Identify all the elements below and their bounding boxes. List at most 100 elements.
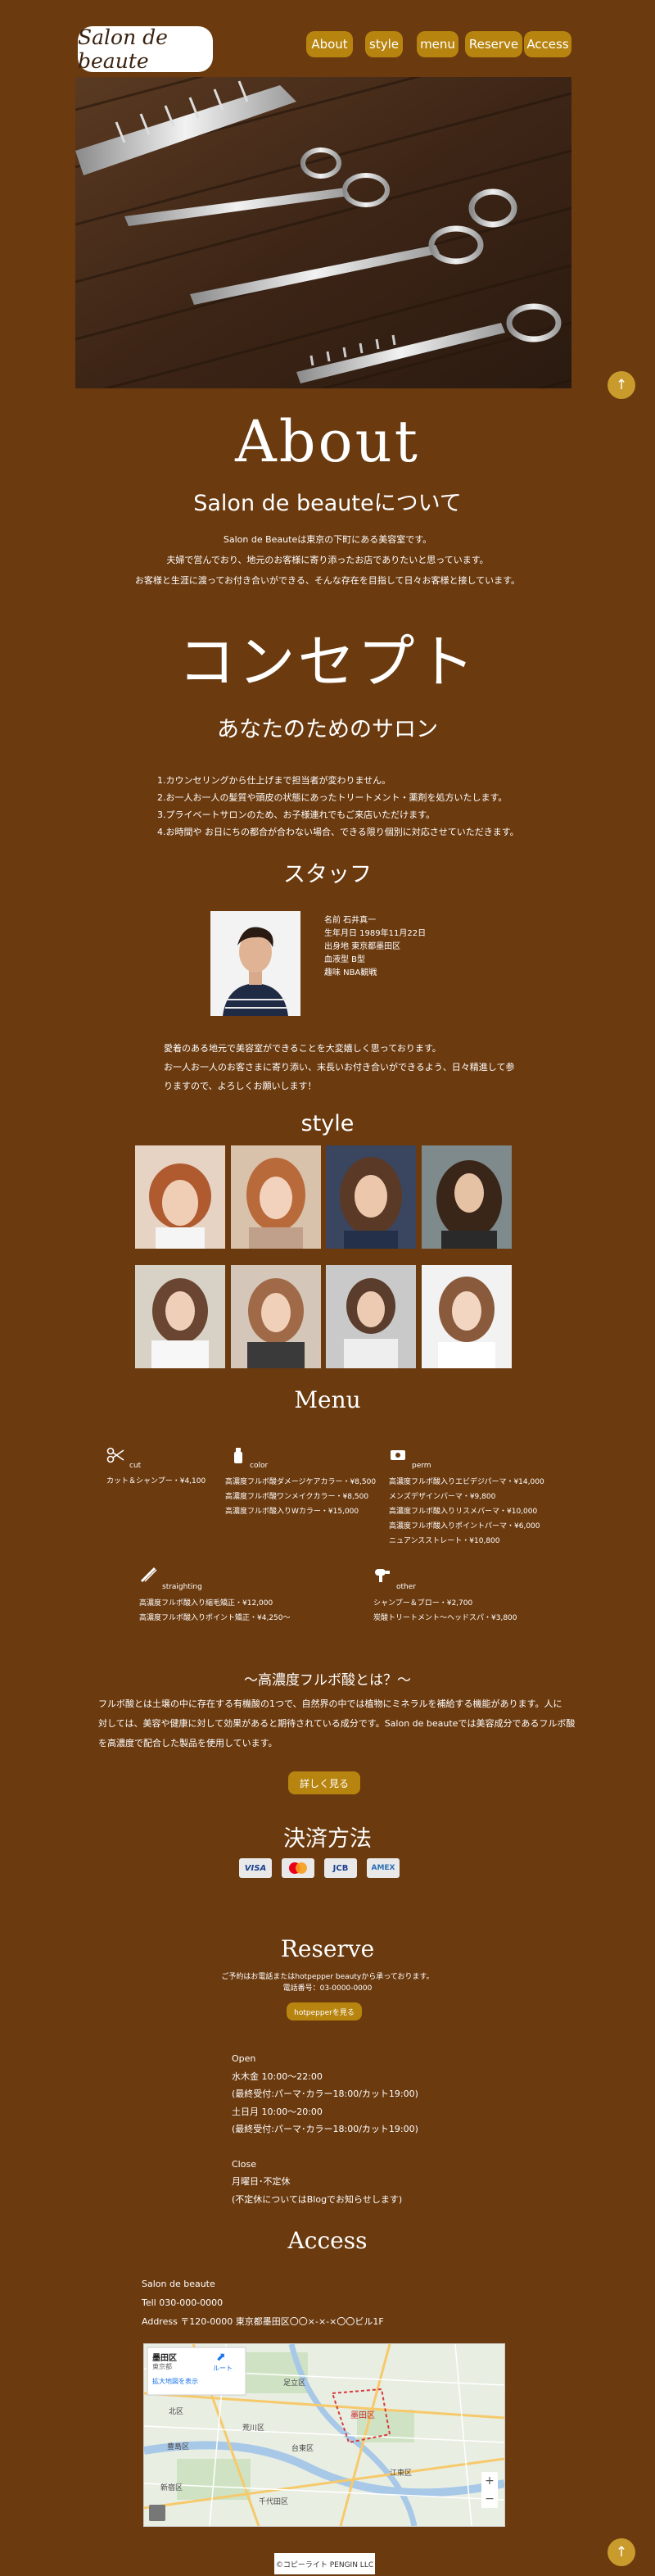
about-line: 夫婦で営んでおり、地元のお客様に寄り添ったお店でありたいと思っています。 — [166, 555, 489, 565]
directions-icon[interactable]: ⬈ — [216, 2351, 226, 2364]
hair-dryer-icon — [373, 1567, 391, 1586]
scissors-icon — [106, 1447, 124, 1467]
menu-item: 高濃度フルボ酸入りエビデジパーマ・¥14,000 — [389, 1478, 544, 1486]
about-line: お客様と生涯に渡ってお付き合いができる、そんな存在を目指して日々お客様と接してい… — [134, 575, 521, 586]
style-photo[interactable] — [422, 1145, 512, 1249]
staff-message-line: お一人お一人のお客さまに寄り添い、末長いお付き合いができるよう、日々精進して参 — [164, 1062, 515, 1073]
menu-item: ニュアンスストレート・¥10,800 — [389, 1537, 500, 1545]
concept-subtitle: あなたのためのサロン — [217, 717, 438, 742]
map-label: 豊島区 — [167, 2443, 190, 2451]
staff-message-line: りますので、よろしくお願いします！ — [164, 1081, 317, 1091]
arrow-up-icon: ↑ — [615, 2544, 628, 2560]
nav-reserve[interactable]: Reserve — [465, 31, 522, 57]
about-title: About — [235, 408, 420, 475]
map-label: 江東区 — [390, 2469, 413, 2478]
hours-line: Close — [232, 2158, 256, 2170]
fulvic-line: フルボ酸とは土壌の中に存在する有機酸の1つで、自然界の中では植物にミネラルを補給… — [98, 1698, 562, 1709]
staff-profile-line: 趣味 NBA観戦 — [324, 968, 377, 977]
menu-item: 炭酸トリートメント〜ヘッドスパ・¥3,800 — [373, 1614, 517, 1622]
menu-group-other-name: other — [396, 1583, 416, 1591]
flat-iron-icon — [139, 1567, 157, 1586]
hero-image — [75, 77, 571, 388]
site-logo[interactable]: Salon de beaute — [78, 25, 213, 73]
scroll-top-button[interactable]: ↑ — [608, 371, 635, 399]
menu-group-cut-name: cut — [129, 1462, 142, 1470]
hair-dye-icon — [229, 1447, 247, 1467]
hours-line: 水木金 10:00〜22:00 — [232, 2070, 323, 2082]
nav-about[interactable]: About — [306, 31, 353, 57]
detail-button[interactable]: 詳しく見る — [288, 1771, 360, 1794]
map-label: 足立区 — [283, 2379, 306, 2388]
mastercard-icon — [282, 1858, 314, 1878]
menu-item: シャンプー＆ブロー・¥2,700 — [373, 1599, 473, 1608]
hotpepper-button[interactable]: hotpepperを見る — [287, 2002, 362, 2020]
style-photo[interactable] — [326, 1145, 416, 1249]
menu-title: Menu — [294, 1386, 361, 1413]
hours-line: 土日月 10:00〜20:00 — [232, 2106, 323, 2117]
hours-line: Open — [232, 2053, 256, 2064]
menu-item: 高濃度フルボ酸入りポイント矯正・¥4,250〜 — [139, 1614, 291, 1622]
reserve-line: 電話番号：03-0000-0000 — [282, 1984, 373, 1993]
satellite-toggle[interactable] — [149, 2505, 165, 2521]
map-place-sub: 東京都 — [152, 2363, 172, 2370]
staff-profile-line: 出身地 東京都墨田区 — [324, 942, 401, 951]
visa-icon: VISA — [239, 1858, 272, 1878]
menu-group-color-name: color — [250, 1462, 269, 1470]
map-embed[interactable]: 墨田区 東京都 拡大地図を表示 ⬈ ルート 足立区 北区 荒川区 墨田区 新宿区… — [143, 2343, 505, 2527]
map-label: 北区 — [169, 2408, 184, 2416]
zoom-controls: + − — [481, 2472, 498, 2508]
zoom-in-button[interactable]: + — [481, 2472, 498, 2490]
staff-profile-line: 名前 石井真一 — [324, 916, 377, 925]
staff-title: スタッフ — [283, 862, 372, 887]
payment-cards: VISA JCB AMEX — [239, 1858, 400, 1878]
menu-item: 高濃度フルボ酸入りポイントパーマ・¥6,000 — [389, 1522, 540, 1531]
access-line: Tell 030-000-0000 — [142, 2297, 224, 2308]
reserve-line: ご予約はお電話またはhotpepper beautyから承っております。 — [221, 1973, 434, 1981]
map-enlarge-link[interactable]: 拡大地図を表示 — [152, 2377, 198, 2386]
style-photo[interactable] — [326, 1265, 416, 1368]
menu-item: 高濃度フルボ酸ワンメイクカラー・¥8,500 — [225, 1493, 369, 1501]
menu-item: カット＆シャンプー・¥4,100 — [106, 1477, 206, 1485]
fulvic-line: を高濃度で配合した製品を使用しています。 — [98, 1738, 278, 1748]
payment-title: 決済方法 — [283, 1826, 372, 1852]
access-line: Salon de beaute — [142, 2279, 215, 2289]
about-subtitle: Salon de beauteについて — [193, 491, 462, 516]
scroll-top-button-bottom[interactable]: ↑ — [608, 2538, 635, 2566]
menu-item: 高濃度フルボ酸入りWカラー・¥15,000 — [225, 1508, 359, 1516]
style-photo[interactable] — [231, 1265, 321, 1368]
concept-item: 3.プライベートサロンのため、お子様連れでもご来店いただけます。 — [157, 810, 436, 820]
jcb-icon: JCB — [324, 1858, 357, 1878]
style-photo[interactable] — [135, 1145, 225, 1249]
map-label: 千代田区 — [259, 2498, 289, 2506]
menu-group-straighting-name: straighting — [162, 1583, 202, 1591]
hours-line: 月曜日･不定休 — [232, 2176, 291, 2187]
hours-line: (最終受付:パーマ･カラー18:00/カット19:00) — [232, 2088, 418, 2099]
arrow-up-icon: ↑ — [615, 377, 628, 393]
nav-menu[interactable]: menu — [417, 31, 458, 57]
perm-machine-icon — [389, 1447, 407, 1467]
style-photo[interactable] — [135, 1265, 225, 1368]
zoom-out-button[interactable]: − — [481, 2490, 498, 2508]
concept-item: 1.カウンセリングから仕上げまで担当者が変わりません。 — [157, 775, 391, 786]
map-label: 荒川区 — [242, 2424, 265, 2433]
nav-access[interactable]: Access — [524, 31, 571, 57]
fulvic-title: 〜高濃度フルボ酸とは？〜 — [244, 1672, 411, 1689]
staff-profile-line: 血液型 B型 — [324, 955, 366, 964]
access-title: Access — [287, 2227, 368, 2254]
nav-style[interactable]: style — [365, 31, 403, 57]
style-photo[interactable] — [422, 1265, 512, 1368]
staff-message-line: 愛着のある地元で美容室ができることを大変嬉しく思っております。 — [164, 1043, 441, 1054]
menu-item: 高濃度フルボ酸入りリスメパーマ・¥10,000 — [389, 1508, 538, 1516]
map-route-label[interactable]: ルート — [213, 2364, 233, 2373]
hours-spacer — [232, 2138, 418, 2156]
access-line: Address 〒120-0000 東京都墨田区〇〇×-×-×〇〇ビル1F — [142, 2316, 384, 2327]
menu-item: メンズデザインパーマ・¥9,800 — [389, 1493, 496, 1501]
concept-title: コンセプト — [178, 628, 477, 696]
map-place-name: 墨田区 — [152, 2354, 177, 2363]
reserve-title: Reserve — [280, 1935, 375, 1962]
hours-line: (最終受付:パーマ･カラー18:00/カット19:00) — [232, 2124, 418, 2134]
concept-item: 2.お一人お一人の髪質や頭皮の状態にあったトリートメント・薬剤を処方いたします。 — [157, 792, 508, 803]
style-photo[interactable] — [231, 1145, 321, 1249]
style-title: style — [300, 1111, 355, 1136]
amex-icon: AMEX — [367, 1858, 400, 1878]
